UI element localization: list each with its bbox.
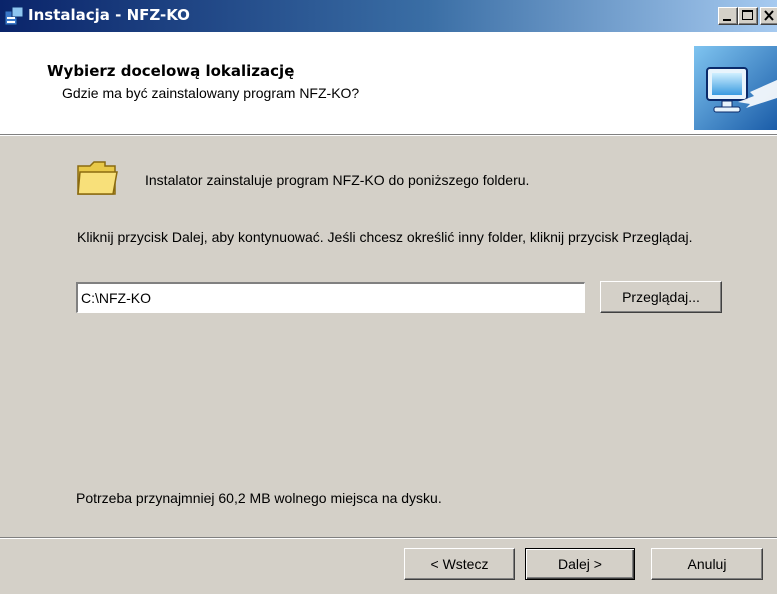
page-title: Wybierz docelową lokalizację [47,62,295,80]
title-bar[interactable]: Instalacja - NFZ-KO [0,0,777,32]
close-icon [764,10,774,21]
minimize-button[interactable] [718,7,738,25]
header-divider [0,134,777,136]
intro-text: Instalator zainstaluje program NFZ-KO do… [145,172,530,188]
minimize-icon [723,19,731,21]
cancel-button[interactable]: Anuluj [651,548,763,580]
installer-window: Instalacja - NFZ-KO Wybierz docelową lok… [0,0,777,594]
browse-button[interactable]: Przeglądaj... [600,281,722,313]
header-panel: Wybierz docelową lokalizację Gdzie ma by… [0,32,777,134]
folder-icon [77,161,118,195]
computer-monitor-icon [694,46,777,130]
close-button[interactable] [760,7,777,25]
installer-icon [4,6,24,26]
back-button[interactable]: < Wstecz [404,548,515,580]
maximize-icon [742,10,753,20]
next-button[interactable]: Dalej > [525,548,635,580]
page-subtitle: Gdzie ma być zainstalowany program NFZ-K… [62,85,360,101]
instructions-text: Kliknij przycisk Dalej, aby kontynuować.… [77,229,693,245]
window-title: Instalacja - NFZ-KO [28,6,190,24]
destination-path-input[interactable] [76,282,585,313]
disk-space-text: Potrzeba przynajmniej 60,2 MB wolnego mi… [76,490,442,506]
maximize-button[interactable] [738,7,758,25]
footer-divider [0,537,777,539]
